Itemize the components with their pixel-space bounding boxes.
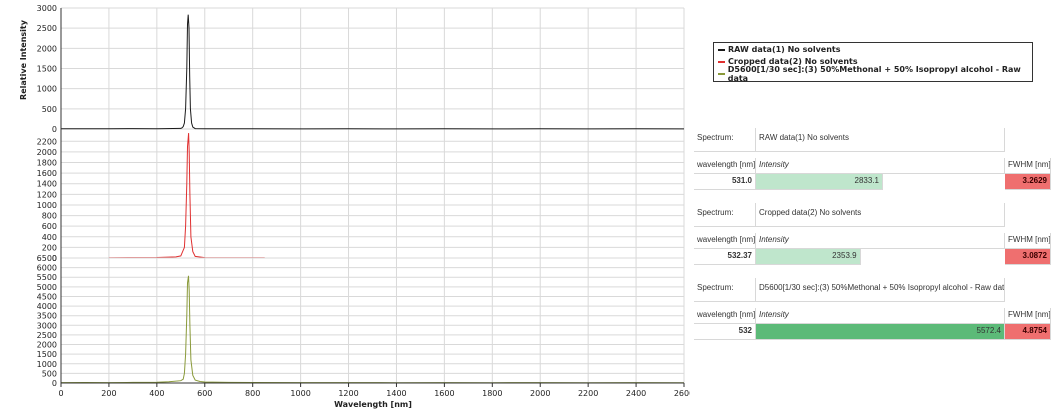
y-tick-label: 1000: [37, 201, 57, 210]
y-tick-label: 500: [42, 369, 57, 378]
y-tick-label: 2000: [37, 44, 57, 53]
spectrum-tag: Spectrum:: [694, 278, 756, 302]
legend-swatch: [718, 60, 725, 63]
series-line: [60, 275, 685, 384]
y-axis-label: Relative Intensity: [19, 19, 28, 100]
x-tick-label: 400: [149, 389, 164, 398]
y-tick-label: 6000: [37, 264, 57, 273]
y-tick-label: 1500: [37, 350, 57, 359]
y-tick-label: 3500: [37, 312, 57, 321]
spectrum-info-block: Spectrum: D5600[1/30 sec]:(3) 50%Methona…: [694, 278, 1053, 353]
chart-legend: RAW data(1) No solvents Cropped data(2) …: [713, 42, 1033, 83]
x-tick-label: 1800: [482, 389, 502, 398]
spectrum-info-block: Spectrum: RAW data(1) No solvents wavele…: [694, 128, 1053, 203]
peak-wavelength: 532.37: [694, 249, 756, 265]
y-tick-label: 1500: [37, 65, 57, 74]
y-tick-label: 2000: [37, 148, 57, 157]
x-tick-label: 800: [245, 389, 260, 398]
y-tick-label: 6500: [37, 254, 57, 263]
spectrum-chart: Relative Intensity Wavelength [nm] 05001…: [19, 4, 690, 409]
peak-info-panel: Spectrum: RAW data(1) No solvents wavele…: [694, 128, 1053, 353]
x-axis-label: Wavelength [nm]: [334, 400, 412, 409]
y-tick-label: 3000: [37, 321, 57, 330]
y-tick-label: 400: [42, 233, 57, 242]
fwhm-header: FWHM [nm]: [1005, 233, 1051, 249]
y-tick-label: 5000: [37, 283, 57, 292]
fwhm-header: FWHM [nm]: [1005, 308, 1051, 324]
wavelength-header: wavelength [nm]: [694, 233, 756, 249]
spectrum-tag: Spectrum:: [694, 128, 756, 152]
legend-label: RAW data(1) No solvents: [728, 45, 841, 54]
spectrum-name: Cropped data(2) No solvents: [756, 203, 1005, 227]
x-tick-label: 2400: [626, 389, 646, 398]
y-tick-label: 500: [42, 105, 57, 114]
y-tick-label: 4000: [37, 302, 57, 311]
intensity-header: Intensity: [756, 308, 1005, 324]
peak-intensity-bar: 2353.9: [756, 249, 861, 265]
y-tick-label: 2000: [37, 341, 57, 350]
y-tick-label: 1200: [37, 190, 57, 199]
x-tick-label: 1600: [434, 389, 454, 398]
peak-fwhm: 3.0872: [1005, 249, 1051, 265]
x-tick-label: 200: [101, 389, 116, 398]
peak-intensity-bar: 2833.1: [756, 174, 883, 190]
wavelength-header: wavelength [nm]: [694, 308, 756, 324]
peak-fwhm: 3.2629: [1005, 174, 1051, 190]
spectrum-name: RAW data(1) No solvents: [756, 128, 1005, 152]
spectrum-name: D5600[1/30 sec]:(3) 50%Methonal + 50% Is…: [756, 278, 1005, 302]
peak-wavelength: 531.0: [694, 174, 756, 190]
y-tick-label: 200: [42, 243, 57, 252]
legend-item: RAW data(1) No solvents: [714, 44, 1032, 55]
peak-intensity-bar: 5572.4: [756, 324, 1005, 340]
y-tick-label: 2500: [37, 24, 57, 33]
x-tick-label: 2200: [578, 389, 598, 398]
legend-swatch: [718, 48, 725, 51]
x-tick-label: 2000: [530, 389, 550, 398]
x-tick-label: 2600: [674, 389, 690, 398]
y-tick-label: 1400: [37, 180, 57, 189]
spectrum-tag: Spectrum:: [694, 203, 756, 227]
y-tick-label: 0: [52, 125, 57, 134]
y-tick-label: 5500: [37, 273, 57, 282]
y-tick-label: 600: [42, 222, 57, 231]
legend-item: D5600[1/30 sec]:(3) 50%Methonal + 50% Is…: [714, 65, 1032, 83]
series-line: [60, 14, 685, 130]
y-tick-label: 4500: [37, 292, 57, 301]
wavelength-header: wavelength [nm]: [694, 158, 756, 174]
x-tick-label: 1400: [386, 389, 406, 398]
y-tick-label: 2200: [37, 137, 57, 146]
legend-swatch: [718, 72, 725, 75]
x-tick-label: 600: [197, 389, 212, 398]
x-tick-label: 0: [58, 389, 63, 398]
y-tick-label: 0: [52, 379, 57, 388]
x-tick-label: 1200: [338, 389, 358, 398]
intensity-header: Intensity: [756, 233, 1005, 249]
y-tick-label: 1000: [37, 85, 57, 94]
x-tick-label: 1000: [290, 389, 310, 398]
y-tick-label: 1800: [37, 159, 57, 168]
spectrum-info-block: Spectrum: Cropped data(2) No solvents wa…: [694, 203, 1053, 278]
y-tick-label: 2500: [37, 331, 57, 340]
intensity-header: Intensity: [756, 158, 1005, 174]
peak-wavelength: 532: [694, 324, 756, 340]
y-tick-label: 3000: [37, 4, 57, 13]
y-tick-label: 800: [42, 212, 57, 221]
peak-fwhm: 4.8754: [1005, 324, 1051, 340]
y-tick-label: 1000: [37, 360, 57, 369]
legend-label: D5600[1/30 sec]:(3) 50%Methonal + 50% Is…: [727, 64, 1021, 83]
y-tick-label: 1600: [37, 169, 57, 178]
fwhm-header: FWHM [nm]: [1005, 158, 1051, 174]
